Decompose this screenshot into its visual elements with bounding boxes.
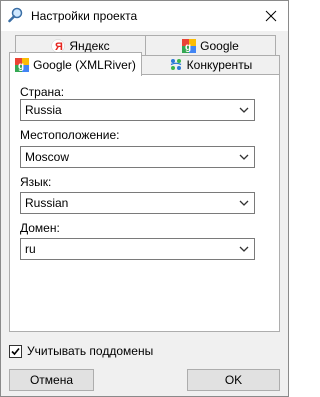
tab-label: Конкуренты (186, 58, 253, 72)
tab-label: Яндекс (69, 39, 110, 53)
tab-google[interactable]: g Google (145, 35, 276, 56)
google-icon: g (182, 39, 197, 53)
checkmark-icon (11, 347, 20, 355)
tab-label: Google (XMLRiver) (33, 57, 136, 72)
chevron-down-icon (239, 107, 249, 113)
domain-value: ru (25, 242, 36, 256)
competitors-icon (169, 58, 183, 72)
close-icon (265, 10, 277, 22)
language-value: Russian (25, 196, 69, 210)
subdomains-checkbox[interactable] (9, 344, 22, 358)
chevron-down-icon (239, 246, 249, 252)
location-value: Moscow (25, 150, 70, 164)
title-bar: Настройки проекта (1, 1, 288, 31)
tab-google-xmlriver[interactable]: g Google (XMLRiver) (9, 52, 142, 76)
country-label: Страна: (20, 85, 65, 99)
location-select[interactable]: Moscow (20, 146, 255, 168)
svg-text:g: g (18, 61, 24, 72)
window-title: Настройки проекта (31, 9, 138, 23)
google-icon: g (15, 57, 30, 72)
country-select[interactable]: Russia (20, 99, 255, 121)
magnifier-icon (8, 7, 24, 23)
svg-text:g: g (185, 42, 191, 53)
cancel-button[interactable]: Отмена (9, 369, 94, 391)
language-select[interactable]: Russian (20, 192, 255, 214)
project-settings-dialog: Настройки проекта Я Яндекс g Google g Go… (0, 0, 289, 397)
chevron-down-icon (239, 200, 249, 206)
tab-label: Google (200, 39, 239, 53)
ok-button[interactable]: OK (187, 369, 280, 391)
tab-panel-google-xmlriver: Страна: Russia Местоположение: Moscow Яз… (9, 74, 280, 332)
tab-competitors[interactable]: Конкуренты (141, 55, 280, 74)
location-label: Местоположение: (20, 128, 120, 142)
chevron-down-icon (239, 154, 249, 160)
subdomains-option[interactable]: Учитывать поддомены (9, 344, 153, 358)
domain-select[interactable]: ru (20, 238, 255, 260)
domain-label: Домен: (20, 221, 60, 235)
language-label: Язык: (20, 175, 52, 189)
close-button[interactable] (254, 1, 288, 31)
tab-strip: Я Яндекс g Google g Google (XMLRiver) Ко… (1, 31, 288, 76)
country-value: Russia (25, 103, 62, 117)
yandex-icon: Я (51, 39, 66, 53)
subdomains-label: Учитывать поддомены (27, 344, 154, 358)
